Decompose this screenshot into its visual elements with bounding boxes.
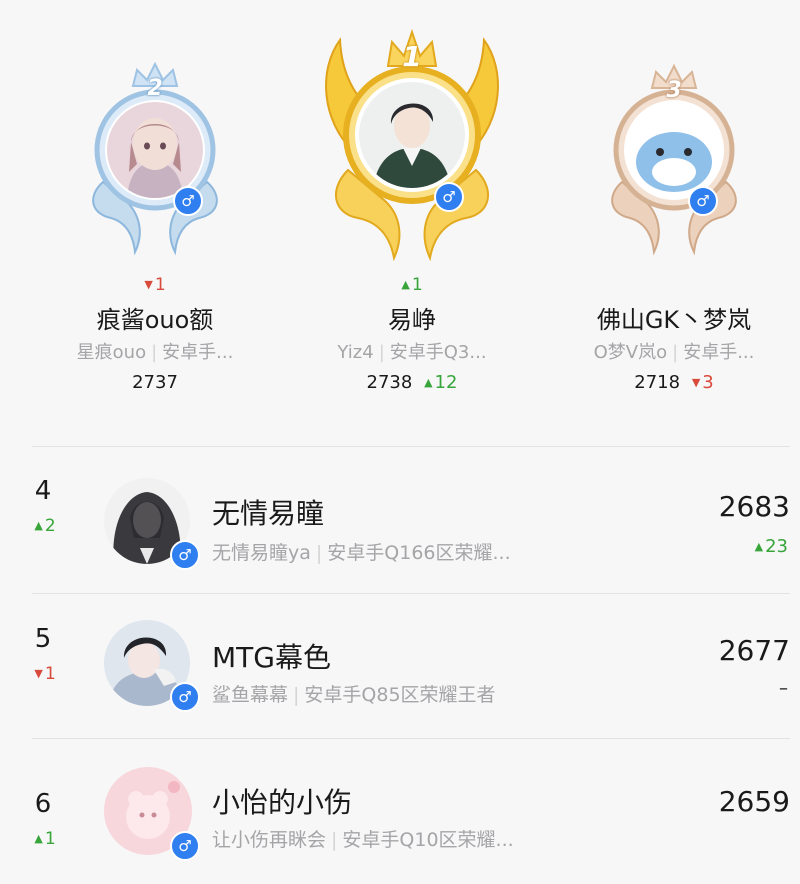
player-score: 2738 12 (282, 372, 542, 393)
male-gender-icon: ♂ (170, 682, 200, 712)
bronze-frame: 3 ♂ (544, 0, 800, 270)
player-subtitle: O梦V岚o | 安卓手... (544, 338, 800, 364)
player-name[interactable]: 痕酱ouo额 (25, 300, 285, 335)
player-name[interactable]: 小怡的小伤 (212, 781, 352, 821)
score-change: – (779, 678, 788, 699)
rank-number: 3 (666, 78, 682, 103)
rank-number: 4 (34, 476, 52, 506)
podium-rank-3[interactable]: 3 ♂ 佛山GK丶梦岚 O梦V岚o|安卓手... 2718 3 (544, 0, 800, 420)
rank-number: 6 (34, 789, 52, 819)
male-gender-icon: ♂ (434, 182, 464, 212)
player-server: 安卓手Q85区荣耀王者 (304, 684, 496, 706)
rank-number: 1 (402, 40, 422, 73)
player-server: 安卓手Q10区荣耀... (342, 829, 514, 851)
player-server: 安卓手... (683, 342, 755, 363)
player-nickname: 星痕ouo (76, 342, 147, 363)
player-subtitle: Yiz4 | 安卓手Q3... (282, 338, 542, 364)
rank-change: 1 (22, 664, 68, 684)
score-value: 2659 (718, 785, 790, 818)
silver-frame: 2 ♂ (25, 0, 285, 270)
rank-number: 2 (147, 76, 163, 101)
player-nickname: Yiz4 (337, 342, 374, 363)
male-gender-icon: ♂ (173, 186, 203, 216)
avatar[interactable] (626, 102, 722, 198)
player-server: 安卓手Q3... (389, 342, 487, 363)
male-gender-icon: ♂ (688, 186, 718, 216)
separator: | (293, 684, 300, 706)
gold-frame: 1 ♂ (282, 0, 542, 270)
player-score: 2718 3 (544, 372, 800, 393)
rank-change: 2 (22, 516, 68, 536)
player-score: 2737 (25, 372, 285, 393)
score-change: 12 (424, 372, 458, 393)
player-subtitle: 鲨鱼幕幕 | 安卓手Q85区荣耀王者 (212, 680, 496, 707)
player-nickname: 无情易瞳ya (212, 542, 311, 564)
divider (32, 446, 790, 447)
score-value: 2737 (132, 372, 178, 393)
score-value: 2677 (718, 634, 790, 667)
rank-change: 1 (282, 275, 542, 295)
score-change: 3 (692, 372, 713, 393)
player-subtitle: 无情易瞳ya | 安卓手Q166区荣耀... (212, 538, 511, 565)
ranking-row[interactable]: 6 1 ♂ 小怡的小伤 让小伤再眯会|安卓手Q10区荣耀... 2659 (0, 739, 800, 884)
male-gender-icon: ♂ (170, 831, 200, 861)
podium: 2 ♂ 1 痕酱ouo额 星痕ouo|安卓手... 2737 (0, 0, 800, 440)
player-name[interactable]: MTG幕色 (212, 636, 331, 676)
score-value: 2718 (634, 372, 681, 393)
player-name[interactable]: 佛山GK丶梦岚 (544, 300, 800, 335)
avatar[interactable] (359, 82, 465, 188)
podium-rank-1[interactable]: 1 ♂ 1 易峥 Yiz4|安卓手Q3... 2738 12 (282, 0, 542, 420)
rank-change: 1 (25, 275, 285, 295)
rank-number: 5 (34, 624, 52, 654)
separator: | (331, 829, 338, 851)
separator: | (315, 542, 323, 564)
player-nickname: 让小伤再眯会 (212, 829, 327, 851)
avatar[interactable] (107, 102, 203, 198)
score-value: 2683 (718, 490, 790, 523)
player-name[interactable]: 无情易瞳 (212, 492, 324, 532)
player-name[interactable]: 易峥 (282, 300, 542, 335)
player-server: 安卓手Q166区荣耀... (327, 542, 511, 564)
player-server: 安卓手... (162, 342, 234, 363)
player-subtitle: 让小伤再眯会 | 安卓手Q10区荣耀... (212, 825, 514, 852)
player-nickname: O梦V岚o (593, 342, 668, 363)
rank-change: 1 (22, 829, 68, 849)
separator: | (151, 342, 158, 363)
male-gender-icon: ♂ (170, 540, 200, 570)
player-subtitle: 星痕ouo | 安卓手... (25, 338, 285, 364)
score-change: 23 (755, 536, 788, 557)
score-value: 2738 (366, 372, 413, 393)
player-nickname: 鲨鱼幕幕 (212, 684, 289, 706)
separator: | (378, 342, 385, 363)
ranking-row[interactable]: 4 2 ♂ 无情易瞳 无情易瞳ya|安卓手Q166区荣耀... 2683 23 (0, 448, 800, 593)
podium-rank-2[interactable]: 2 ♂ 1 痕酱ouo额 星痕ouo|安卓手... 2737 (25, 0, 285, 420)
separator: | (672, 342, 679, 363)
ranking-row[interactable]: 5 1 ♂ MTG幕色 鲨鱼幕幕|安卓手Q85区荣耀王者 2677 – (0, 594, 800, 739)
